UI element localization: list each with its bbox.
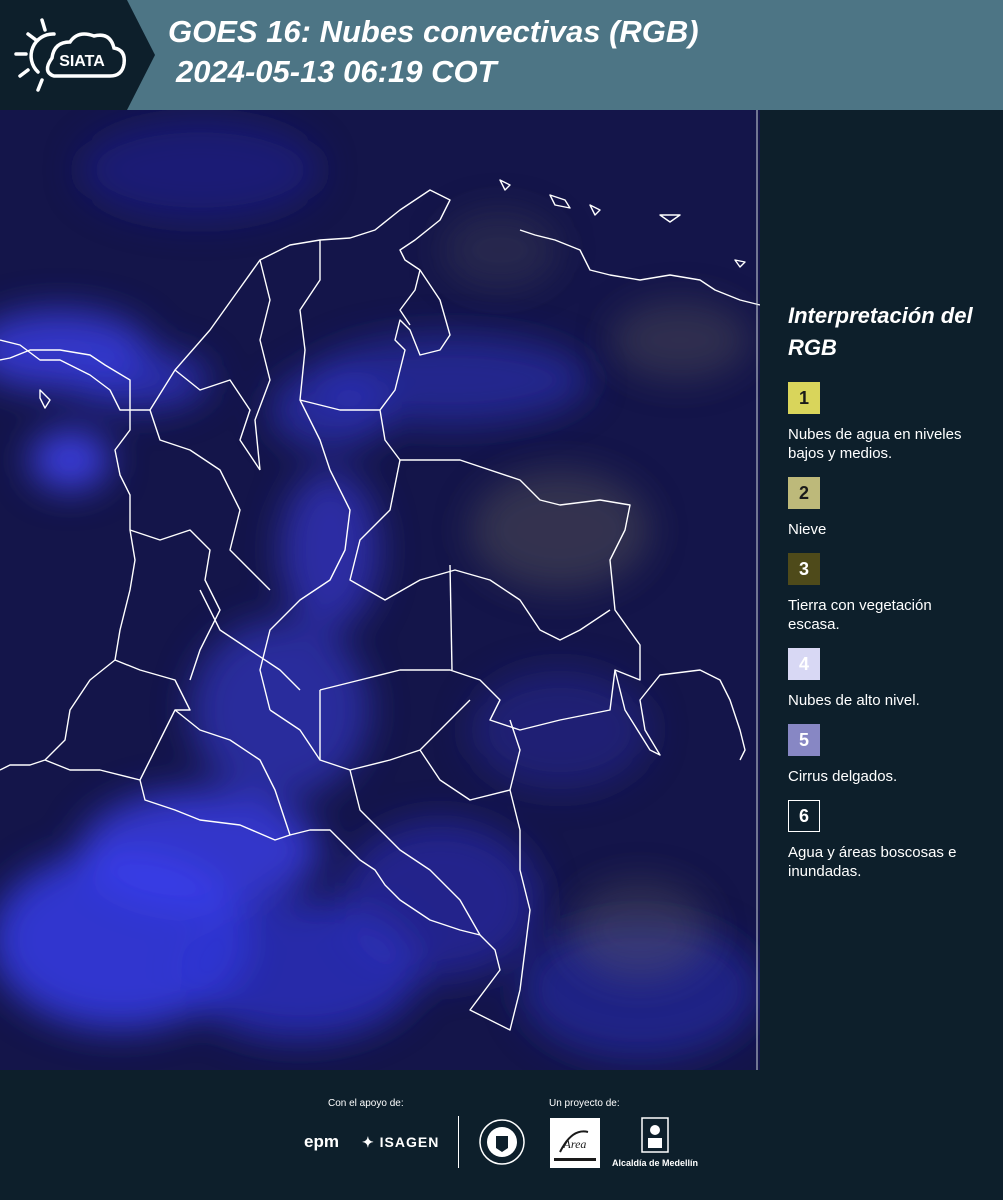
isagen-icon: ✦ [362, 1134, 375, 1150]
legend-number: 2 [798, 482, 809, 503]
svg-text:Área: Área [563, 1137, 587, 1151]
medellin-seal [479, 1119, 525, 1165]
sun-cloud-icon: SIATA [14, 18, 127, 92]
footer-divider [458, 1116, 459, 1168]
timestamp: 2024-05-13 06:19 COT [176, 54, 497, 89]
legend-label: Nubes de agua en niveles bajos y medios. [788, 426, 962, 462]
legend-item: 4 Nubes de alto nivel. [788, 648, 998, 710]
header: SIATA GOES 16: Nubes convectivas (RGB) 2… [0, 0, 1003, 110]
legend-swatch-3: 3 [788, 553, 820, 585]
legend-swatch-6: 6 [788, 800, 820, 832]
siata-logo: SIATA [14, 14, 130, 94]
legend-label: Tierra con vegetación escasa. [788, 597, 932, 633]
legend-label: Nubes de alto nivel. [788, 692, 920, 709]
area-metropolitana-logo: Área [550, 1118, 600, 1168]
legend-label: Agua y áreas boscosas e inundadas. [788, 844, 957, 880]
legend-number: 4 [798, 653, 809, 674]
legend-number: 1 [798, 387, 809, 408]
legend-panel: Interpretación del RGB 1 Nubes de agua e… [788, 300, 998, 895]
satellite-map-image [0, 110, 760, 1070]
footer: Con el apoyo de: Un proyecto de: epm ✦ I… [0, 1070, 1003, 1200]
legend-number: 6 [798, 805, 809, 826]
legend-number: 3 [798, 558, 809, 579]
legend-swatch-4: 4 [788, 648, 820, 680]
satellite-map [0, 110, 760, 1070]
legend-item: 6 Agua y áreas boscosas e inundadas. [788, 800, 998, 881]
support-label: Con el apoyo de: [328, 1098, 404, 1109]
legend-swatch-2: 2 [788, 477, 820, 509]
legend-label: Cirrus delgados. [788, 768, 898, 785]
isagen-text: ISAGEN [379, 1134, 440, 1150]
legend-item: 2 Nieve [788, 477, 998, 539]
legend-number: 5 [798, 729, 809, 750]
logo-text: SIATA [59, 53, 105, 70]
legend-item: 3 Tierra con vegetación escasa. [788, 553, 998, 634]
epm-logo: epm [304, 1132, 339, 1151]
legend-swatch-5: 5 [788, 724, 820, 756]
alcaldia-text: Alcaldía de Medellín [612, 1158, 699, 1168]
legend-item: 5 Cirrus delgados. [788, 724, 998, 786]
legend-title: Interpretación del RGB [788, 303, 973, 360]
isagen-logo: ✦ ISAGEN [362, 1134, 439, 1151]
legend-label: Nieve [788, 521, 827, 538]
page-title: GOES 16: Nubes convectivas (RGB) [168, 14, 699, 49]
legend-item: 1 Nubes de agua en niveles bajos y medio… [788, 382, 998, 463]
legend-swatch-1: 1 [788, 382, 820, 414]
project-label: Un proyecto de: [549, 1098, 620, 1109]
